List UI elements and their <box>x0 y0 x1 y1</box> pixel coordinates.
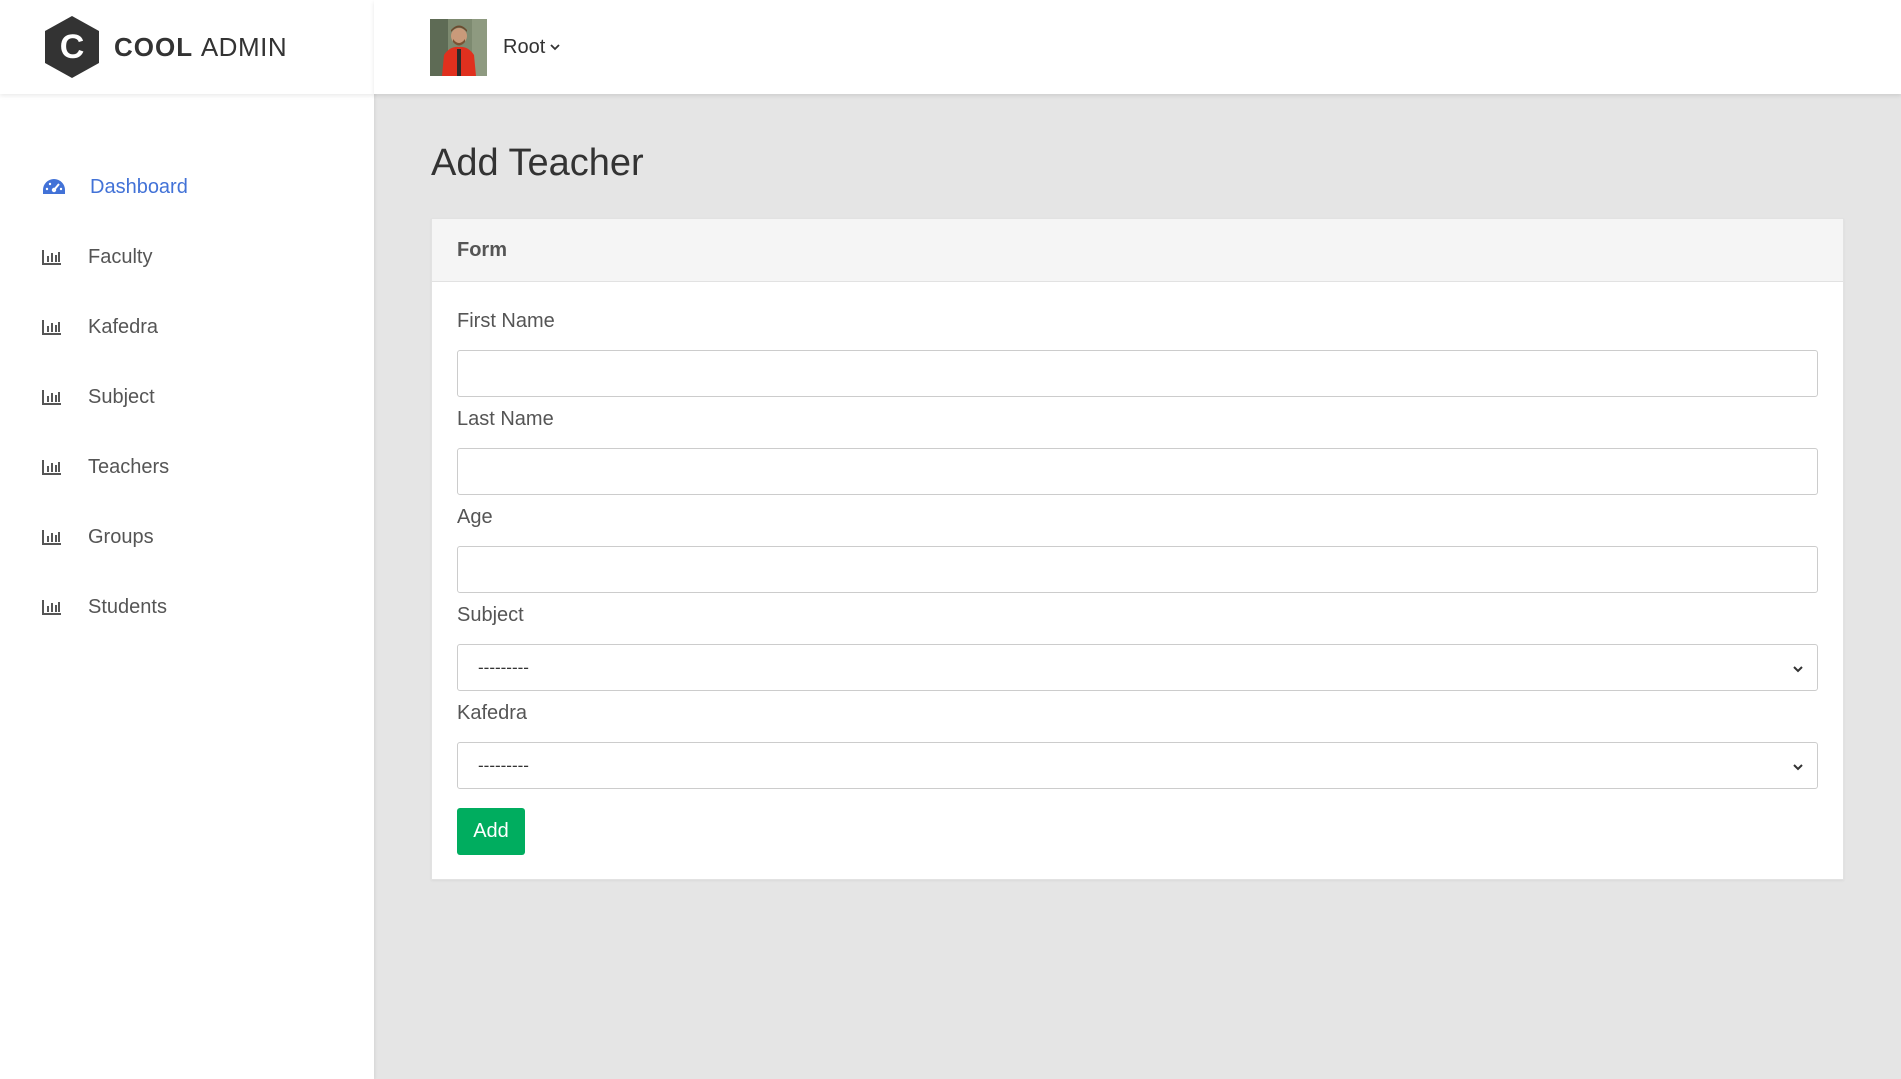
subject-selected-value: --------- <box>478 657 529 677</box>
sidebar-item-label: Teachers <box>88 455 170 478</box>
bar-chart-icon <box>42 247 66 267</box>
tachometer-icon <box>42 177 66 197</box>
last-name-group: Last Name <box>457 406 1818 495</box>
bar-chart-icon <box>42 457 66 477</box>
bar-chart-icon <box>42 317 66 337</box>
sidebar-item-label: Dashboard <box>90 175 188 198</box>
teacher-form: First Name Last Name Age Subject -------… <box>432 282 1843 879</box>
bar-chart-icon <box>42 597 66 617</box>
top-header: Root <box>374 0 1901 94</box>
user-menu-toggle[interactable]: Root <box>503 36 561 59</box>
kafedra-select[interactable]: --------- <box>457 742 1818 789</box>
form-card: Form First Name Last Name Age Subject --… <box>431 218 1844 880</box>
sidebar-item-students[interactable]: Students <box>0 572 374 642</box>
svg-text:C: C <box>60 28 85 66</box>
brand-logo[interactable]: C COOL ADMIN <box>0 0 374 94</box>
add-button[interactable]: Add <box>457 808 525 855</box>
sidebar-item-groups[interactable]: Groups <box>0 502 374 572</box>
chevron-down-icon <box>549 36 561 59</box>
page-title: Add Teacher <box>431 142 644 184</box>
sidebar-item-label: Subject <box>88 385 155 408</box>
sidebar: C COOL ADMIN Dashboard Faculty Kafedra S… <box>0 0 374 1079</box>
first-name-input[interactable] <box>457 350 1818 397</box>
last-name-input[interactable] <box>457 448 1818 495</box>
subject-label: Subject <box>457 604 524 626</box>
sidebar-item-kafedra[interactable]: Kafedra <box>0 292 374 362</box>
subject-group: Subject --------- <box>457 602 1818 691</box>
age-label: Age <box>457 506 493 528</box>
first-name-group: First Name <box>457 308 1818 397</box>
sidebar-item-label: Faculty <box>88 245 153 268</box>
sidebar-item-subject[interactable]: Subject <box>0 362 374 432</box>
bar-chart-icon <box>42 527 66 547</box>
kafedra-label: Kafedra <box>457 702 528 724</box>
logo-hexagon-icon: C <box>45 16 99 78</box>
chevron-down-icon <box>1791 660 1805 681</box>
age-input[interactable] <box>457 546 1818 593</box>
chevron-down-icon <box>1791 758 1805 779</box>
brand-name: COOL ADMIN <box>114 31 288 62</box>
main-content: Add Teacher Form First Name Last Name Ag… <box>431 94 1844 880</box>
age-group: Age <box>457 504 1818 593</box>
subject-select[interactable]: --------- <box>457 644 1818 691</box>
kafedra-selected-value: --------- <box>478 755 529 775</box>
sidebar-item-dashboard[interactable]: Dashboard <box>0 152 374 222</box>
last-name-label: Last Name <box>457 408 554 430</box>
user-name: Root <box>503 35 546 58</box>
sidebar-item-label: Groups <box>88 525 154 548</box>
sidebar-item-label: Students <box>88 595 167 618</box>
sidebar-nav: Dashboard Faculty Kafedra Subject Teache… <box>0 152 374 642</box>
sidebar-item-teachers[interactable]: Teachers <box>0 432 374 502</box>
sidebar-item-label: Kafedra <box>88 315 159 338</box>
bar-chart-icon <box>42 387 66 407</box>
kafedra-group: Kafedra --------- <box>457 700 1818 789</box>
sidebar-item-faculty[interactable]: Faculty <box>0 222 374 292</box>
card-title: Form <box>432 219 1843 282</box>
avatar[interactable] <box>430 18 487 76</box>
first-name-label: First Name <box>457 310 555 332</box>
